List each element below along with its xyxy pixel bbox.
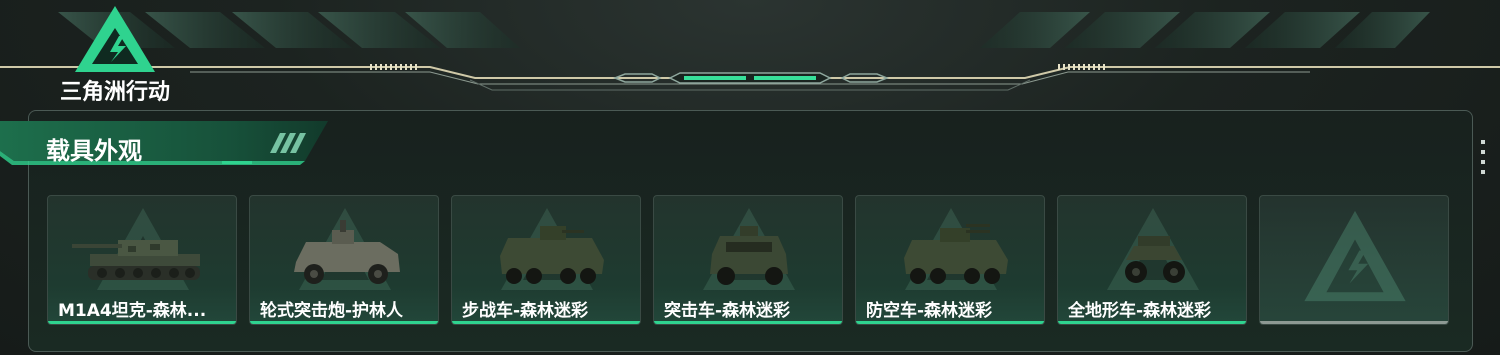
card-underline [1260,321,1448,324]
card-underline [250,321,438,324]
logo-text: 三角洲行动 [59,80,170,105]
card-underline [856,321,1044,324]
section-tab: 载具外观 [0,121,330,177]
card-underline [1058,321,1246,324]
tank-icon [72,240,200,280]
vehicle-card-empty-slot[interactable] [1259,195,1449,325]
assault-vehicle-icon [710,226,788,285]
vehicle-label: 防空车-森林迷彩 [866,301,993,321]
game-logo: 三角洲行动 [40,2,190,105]
vehicle-card-aa-vehicle[interactable]: 防空车-森林迷彩 [855,195,1045,325]
aa-vehicle-icon [904,224,1008,284]
ifv-icon [500,226,604,284]
card-underline [48,321,236,324]
card-underline [452,321,640,324]
vehicle-label: 全地形车-森林迷彩 [1068,301,1212,321]
vehicle-label: 步战车-森林迷彩 [462,301,589,321]
delta-logo-placeholder-icon [1304,210,1406,302]
vehicle-card-tank[interactable]: M1A4坦克-森林... [47,195,237,325]
vehicle-label: 突击车-森林迷彩 [664,301,791,321]
panel-scroll-indicator [1481,140,1485,180]
vehicle-card-ifv[interactable]: 步战车-森林迷彩 [451,195,641,325]
vehicle-card-list: M1A4坦克-森林... 轮式突击炮-护林人 步战车-森林迷彩 突击车-森林迷彩… [47,195,1450,327]
vehicle-card-atv[interactable]: 全地形车-森林迷彩 [1057,195,1247,325]
section-title: 载具外观 [46,137,142,165]
vehicle-label: 轮式突击炮-护林人 [260,301,404,321]
delta-triangle-icon [75,6,155,72]
armored-car-icon [294,220,400,284]
header-decoration [0,12,1500,91]
vehicle-label: M1A4坦克-森林... [58,301,207,321]
vehicle-card-armored-car[interactable]: 轮式突击炮-护林人 [249,195,439,325]
header-banner: 三角洲行动 [0,0,1500,105]
vehicle-card-assault-vehicle[interactable]: 突击车-森林迷彩 [653,195,843,325]
card-underline [654,321,842,324]
atv-icon [1125,236,1185,283]
